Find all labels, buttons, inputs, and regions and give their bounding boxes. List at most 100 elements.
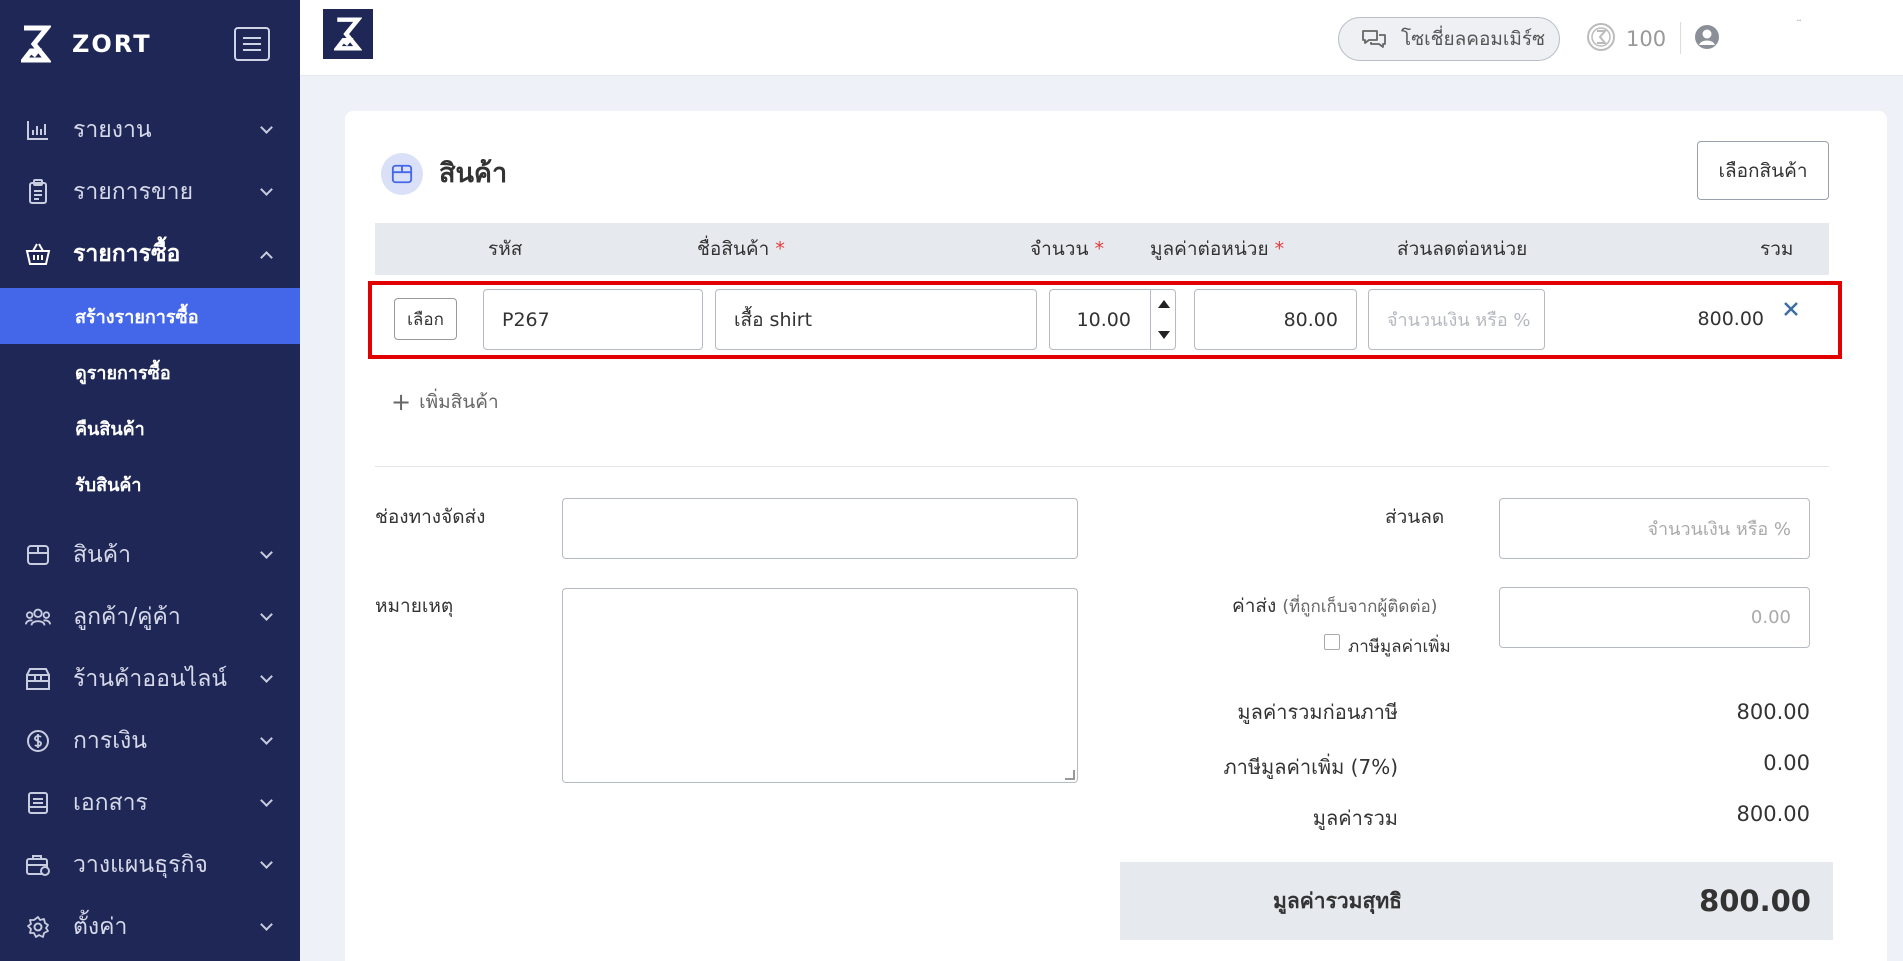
pre-tax-label: มูลค่ารวมก่อนภาษี (1237, 700, 1398, 724)
zort-logo-icon[interactable] (323, 9, 373, 59)
money-icon (25, 728, 51, 754)
product-table-header: รหัส ชื่อสินค้า * จำนวน * มูลค่าต่อหน่วย… (375, 223, 1829, 275)
net-total-label: มูลค่ารวมสุทธิ (1273, 889, 1402, 913)
menu-toggle-button[interactable] (234, 27, 270, 61)
credit-value: 100 (1626, 27, 1667, 51)
topbar-divider (1680, 22, 1681, 54)
sub-item-receive[interactable]: รับสินค้า (0, 456, 300, 512)
col-name: ชื่อสินค้า * (697, 238, 785, 260)
product-name-input[interactable]: เสื้อ shirt (715, 289, 1037, 350)
chevron-down-icon (260, 732, 273, 745)
social-commerce-button[interactable]: โซเชี่ยลคอมเมิร์ซ (1338, 17, 1560, 61)
col-discount: ส่วนลดต่อหน่วย (1397, 238, 1528, 260)
shipping-channel-input[interactable] (562, 498, 1078, 559)
vat-value: 0.00 (1763, 751, 1810, 775)
chevron-down-icon (260, 918, 273, 931)
unit-price-input[interactable]: 80.00 (1194, 289, 1357, 350)
sub-label: รับสินค้า (75, 474, 142, 496)
total-label: มูลค่ารวม (1312, 806, 1398, 830)
nav-label: รายการขาย (73, 179, 194, 205)
shipping-fee-label: ค่าส่ง (ที่ถูกเก็บจากผู้ติดต่อ) (1232, 595, 1438, 617)
nav-label: การเงิน (73, 728, 148, 754)
box-icon (25, 542, 51, 568)
sub-item-view-purchase[interactable]: ดูรายการซื้อ (0, 344, 300, 400)
nav-item-contacts[interactable]: ลูกค้า/คู่ค้า (0, 592, 300, 642)
chevron-up-icon (260, 251, 273, 264)
discount-label: ส่วนลด (1385, 506, 1445, 528)
zort-logo-icon (20, 24, 52, 64)
nav-item-purchase[interactable]: รายการซื้อ (0, 229, 300, 279)
product-card: สินค้า เลือกสินค้า รหัส ชื่อสินค้า * จำน… (345, 111, 1887, 961)
section-title: สินค้า (439, 158, 508, 189)
social-commerce-label: โซเชี่ยลคอมเมิร์ซ (1401, 28, 1546, 50)
pre-tax-value: 800.00 (1736, 700, 1810, 724)
section-divider (375, 466, 1829, 467)
nav-label: รายการซื้อ (73, 241, 181, 267)
sub-item-create-purchase[interactable]: สร้างรายการซื้อ (0, 288, 300, 344)
nav-item-documents[interactable]: เอกสาร (0, 778, 300, 828)
nav-label: เอกสาร (73, 790, 148, 816)
gear-icon (25, 914, 51, 940)
credit-display[interactable]: 100 (1586, 22, 1666, 56)
remove-row-icon[interactable] (1781, 299, 1805, 323)
shipping-channel-label: ช่องทางจัดส่ง (375, 506, 486, 528)
net-total-value: 800.00 (1699, 884, 1811, 918)
col-total: รวม (1760, 238, 1794, 260)
nav-item-business-plan[interactable]: วางแผนธุรกิจ (0, 840, 300, 890)
nav-label: ตั้งค่า (73, 914, 128, 940)
nav-label: สินค้า (73, 542, 132, 568)
nav-item-sales[interactable]: รายการขาย (0, 167, 300, 217)
basket-icon (25, 241, 51, 267)
chevron-down-icon (260, 670, 273, 683)
vat-checkbox[interactable] (1324, 634, 1340, 650)
col-unit-price: มูลค่าต่อหน่วย * (1150, 238, 1285, 260)
chevron-down-icon (260, 546, 273, 559)
vat-checkbox-label: ภาษีมูลค่าเพิ่ม (1348, 637, 1451, 657)
chat-icon (1361, 28, 1387, 56)
brand[interactable]: ZORT (20, 24, 152, 64)
nav-item-settings[interactable]: ตั้งค่า (0, 902, 300, 952)
nav-item-products[interactable]: สินค้า (0, 530, 300, 580)
choose-product-button[interactable]: เลือก (394, 298, 457, 340)
chevron-down-icon (260, 794, 273, 807)
credit-coin-icon (1586, 22, 1616, 56)
brand-name: ZORT (72, 30, 152, 58)
nav-item-finance[interactable]: การเงิน (0, 716, 300, 766)
net-total-box: มูลค่ารวมสุทธิ 800.00 (1120, 862, 1833, 940)
nav-label: ลูกค้า/คู่ค้า (73, 604, 181, 630)
col-qty: จำนวน * (1030, 238, 1104, 260)
add-product-link[interactable]: + เพิ่มสินค้า (391, 387, 499, 417)
unit-discount-input[interactable]: จำนวนเงิน หรือ % (1368, 289, 1545, 350)
nav-item-report[interactable]: รายงาน (0, 105, 300, 155)
stepper-down-icon[interactable] (1151, 320, 1176, 351)
nav-label: วางแผนธุรกิจ (73, 852, 208, 878)
document-icon (25, 790, 51, 816)
box-icon (381, 153, 423, 195)
users-icon (25, 604, 51, 630)
topbar-dots: ¨ (1796, 18, 1802, 32)
discount-input[interactable]: จำนวนเงิน หรือ % (1499, 498, 1810, 559)
chevron-down-icon (260, 121, 273, 134)
note-textarea[interactable] (562, 588, 1078, 783)
sub-label: ดูรายการซื้อ (75, 362, 171, 384)
topbar: โซเชี่ยลคอมเมิร์ซ 100 ¨ (300, 0, 1903, 76)
sub-label: คืนสินค้า (75, 418, 145, 440)
shipping-fee-input[interactable]: 0.00 (1499, 587, 1810, 648)
chevron-down-icon (260, 856, 273, 869)
quantity-stepper[interactable] (1150, 289, 1176, 350)
col-code: รหัส (488, 238, 523, 260)
user-avatar-icon[interactable] (1694, 24, 1720, 54)
product-code-input[interactable]: P267 (483, 289, 703, 350)
sub-item-return[interactable]: คืนสินค้า (0, 400, 300, 456)
vat-label: ภาษีมูลค่าเพิ่ม (7%) (1223, 755, 1398, 779)
plus-icon: + (391, 388, 412, 416)
nav-item-online-store[interactable]: ร้านค้าออนไลน์ (0, 654, 300, 704)
store-icon (25, 666, 51, 692)
briefcase-icon (25, 852, 51, 878)
note-label: หมายเหตุ (375, 595, 454, 617)
stepper-up-icon[interactable] (1151, 289, 1176, 320)
sub-label: สร้างรายการซื้อ (75, 306, 199, 328)
nav-label: รายงาน (73, 117, 152, 143)
select-product-button[interactable]: เลือกสินค้า (1697, 141, 1829, 200)
nav-label: ร้านค้าออนไลน์ (73, 666, 228, 692)
